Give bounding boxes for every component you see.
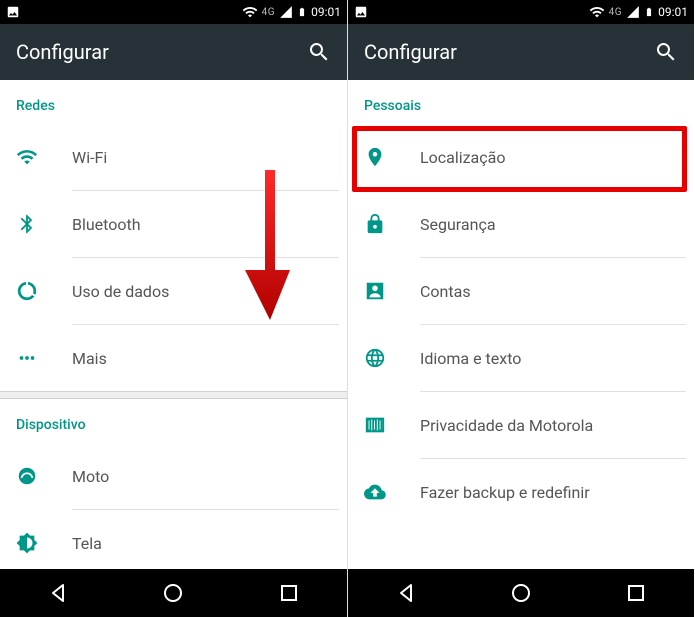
signal-icon: [279, 5, 293, 19]
moto-icon: [16, 465, 38, 487]
settings-label: Uso de dados: [72, 282, 169, 301]
signal-icon: [626, 5, 640, 19]
settings-label: Tela: [72, 534, 102, 553]
security-icon: [364, 213, 386, 235]
settings-item-language[interactable]: Idioma e texto: [348, 325, 694, 391]
wifi-status-icon: [589, 4, 605, 20]
nav-recent-icon[interactable]: [624, 581, 648, 605]
settings-label: Privacidade da Motorola: [420, 416, 593, 435]
settings-item-data-usage[interactable]: Uso de dados: [0, 258, 347, 324]
search-icon[interactable]: [307, 40, 331, 64]
app-title: Configurar: [16, 40, 307, 64]
section-header-redes: Redes: [0, 80, 347, 124]
network-label: 4G: [262, 7, 275, 18]
search-icon[interactable]: [654, 40, 678, 64]
settings-item-accounts[interactable]: Contas: [348, 258, 694, 324]
clock: 09:01: [311, 5, 341, 19]
settings-item-backup[interactable]: Fazer backup e redefinir: [348, 459, 694, 525]
clock: 09:01: [658, 5, 688, 19]
nav-back-icon[interactable]: [394, 581, 418, 605]
settings-label: Idioma e texto: [420, 349, 521, 368]
status-bar: 4G 09:01: [348, 0, 694, 24]
nav-home-icon[interactable]: [161, 581, 185, 605]
status-bar: 4G 09:01: [0, 0, 347, 24]
settings-label: Localização: [420, 148, 505, 167]
settings-item-security[interactable]: Segurança: [348, 191, 694, 257]
settings-item-bluetooth[interactable]: Bluetooth: [0, 191, 347, 257]
settings-label: Contas: [420, 282, 471, 301]
settings-label: Moto: [72, 467, 109, 486]
network-label: 4G: [609, 7, 622, 18]
language-icon: [364, 347, 386, 369]
settings-item-location[interactable]: Localização: [348, 124, 694, 190]
settings-label: Segurança: [420, 215, 496, 234]
app-bar: Configurar: [348, 24, 694, 80]
settings-label: Fazer backup e redefinir: [420, 483, 590, 502]
nav-back-icon[interactable]: [46, 581, 70, 605]
bluetooth-icon: [16, 213, 38, 235]
settings-list: Pessoais Localização Segurança Contas Id…: [348, 80, 694, 569]
settings-label: Bluetooth: [72, 215, 141, 234]
app-bar: Configurar: [0, 24, 347, 80]
backup-icon: [364, 481, 386, 503]
accounts-icon: [364, 280, 386, 302]
settings-list: Redes Wi-Fi Bluetooth Uso de dados Mais: [0, 80, 347, 569]
nav-home-icon[interactable]: [509, 581, 533, 605]
wifi-icon: [16, 146, 38, 168]
wifi-status-icon: [242, 4, 258, 20]
section-header-dispositivo: Dispositivo: [0, 399, 347, 443]
battery-icon: [297, 4, 307, 20]
settings-item-wifi[interactable]: Wi-Fi: [0, 124, 347, 190]
app-title: Configurar: [364, 40, 654, 64]
battery-icon: [644, 4, 654, 20]
section-divider: [0, 391, 347, 399]
display-icon: [16, 532, 38, 554]
settings-item-moto[interactable]: Moto: [0, 443, 347, 509]
privacy-icon: [364, 414, 386, 436]
screen-left: 4G 09:01 Configurar Redes Wi-Fi Bluetoot…: [0, 0, 347, 617]
settings-item-privacy[interactable]: Privacidade da Motorola: [348, 392, 694, 458]
settings-item-display[interactable]: Tela: [0, 510, 347, 569]
navigation-bar: [348, 569, 694, 617]
nav-recent-icon[interactable]: [277, 581, 301, 605]
section-header-pessoais: Pessoais: [348, 80, 694, 124]
location-icon: [364, 146, 386, 168]
settings-label: Wi-Fi: [72, 148, 107, 167]
screenshot-icon: [354, 5, 368, 19]
settings-label: Mais: [72, 349, 107, 368]
data-usage-icon: [16, 280, 38, 302]
screenshot-icon: [6, 5, 20, 19]
settings-item-more[interactable]: Mais: [0, 325, 347, 391]
navigation-bar: [0, 569, 347, 617]
more-icon: [16, 347, 38, 369]
screen-right: 4G 09:01 Configurar Pessoais Localização…: [347, 0, 694, 617]
